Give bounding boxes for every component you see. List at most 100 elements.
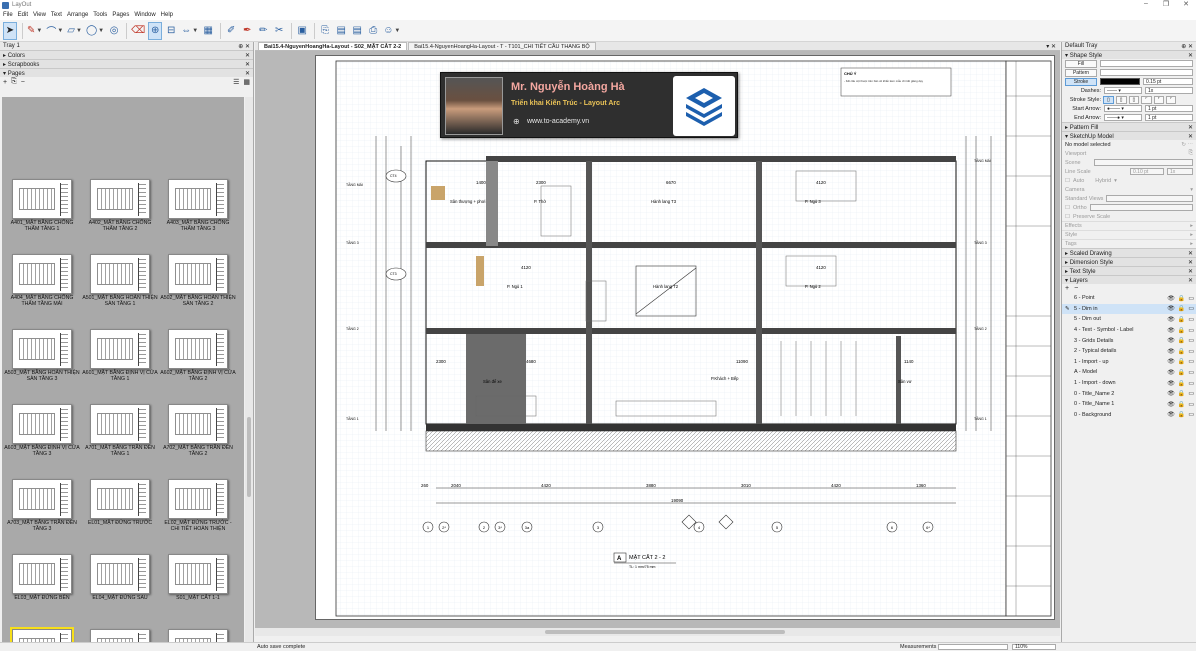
paint-bucket-icon[interactable]: ✒ <box>240 22 254 40</box>
visibility-eye-icon[interactable]: 👁 <box>1167 305 1175 312</box>
pattern-fill-header[interactable]: ▸ Pattern Fill ✕ <box>1062 122 1196 131</box>
split-tool-icon[interactable]: ✂ <box>272 22 286 40</box>
layer-row[interactable]: A - Model 👁 🔒 ▭ <box>1062 367 1196 378</box>
share-layer-icon[interactable]: ▭ <box>1188 401 1194 408</box>
share-layer-icon[interactable]: ▭ <box>1188 390 1194 397</box>
effects-label[interactable]: Effects <box>1065 223 1082 229</box>
page-thumbnail[interactable]: A404_MẶT BẰNG CHỐNG THẤM TẦNG MÁI <box>4 254 80 307</box>
layer-row[interactable]: 3 - Grids Details 👁 🔒 ▭ <box>1062 335 1196 346</box>
dashes-select[interactable]: —— ▾ <box>1104 87 1142 94</box>
style-label[interactable]: Style <box>1065 232 1077 238</box>
share-layer-icon[interactable]: ▭ <box>1188 337 1194 344</box>
visibility-eye-icon[interactable]: 👁 <box>1167 358 1175 365</box>
stroke-color-swatch[interactable] <box>1100 78 1140 85</box>
scene-select[interactable] <box>1094 159 1193 166</box>
menu-pages[interactable]: Pages <box>112 12 129 18</box>
visibility-eye-icon[interactable]: 👁 <box>1167 337 1175 344</box>
page-thumbnail[interactable]: A503_MẶT BẰNG HOÀN THIỆN SÀN TẦNG 3 <box>4 329 80 382</box>
join-style-icon[interactable]: ⌜ <box>1141 95 1152 104</box>
line-tool-icon[interactable]: ✎ ▼ <box>26 22 43 40</box>
standard-views-select[interactable] <box>1106 195 1193 202</box>
visibility-eye-icon[interactable]: 👁 <box>1167 316 1175 323</box>
page-thumbnail[interactable]: A703_MẶT BẰNG TRẦN ĐÈN TẦNG 3 <box>4 479 80 532</box>
offset-tool-icon[interactable]: ◎ <box>107 22 121 40</box>
eraser-tool-icon[interactable]: ⌫ <box>130 22 146 40</box>
tab-s02[interactable]: Bai15.4-NguyenHoangHa-Layout - S02_MẶT C… <box>258 42 408 50</box>
lock-icon[interactable]: 🔒 <box>1178 358 1185 365</box>
visibility-eye-icon[interactable]: 👁 <box>1167 348 1175 355</box>
cap-style-icon[interactable]: ▯ <box>1115 95 1127 104</box>
circle-tool-icon[interactable]: ◯ ▼ <box>85 22 105 40</box>
page-thumbnail[interactable]: A602_MẶT BẰNG ĐỊNH VỊ CỬA TẦNG 2 <box>160 329 236 382</box>
lock-icon[interactable]: 🔒 <box>1178 327 1185 334</box>
join-style-icon[interactable]: ⌜ <box>1153 95 1164 104</box>
menu-text[interactable]: Text <box>51 12 62 18</box>
page-thumbnail[interactable]: S04_CHI TIẾT MẶT CẮT <box>160 629 236 642</box>
measurements-input[interactable] <box>938 644 1008 650</box>
cap-style-icon[interactable]: ▯ <box>1128 95 1140 104</box>
arc-tool-icon[interactable]: ⌒ ▼ <box>45 22 64 40</box>
line-scale-multiplier[interactable]: 1x <box>1167 168 1193 175</box>
layer-row[interactable]: 0 - Background 👁 🔒 ▭ <box>1062 410 1196 421</box>
render-mode-select[interactable]: Hybrid <box>1095 178 1111 184</box>
layers-header[interactable]: ▾ Layers ✕ <box>1062 275 1196 284</box>
panel-close-icon[interactable]: ✕ <box>245 61 250 68</box>
share-layer-icon[interactable]: ▭ <box>1188 348 1194 355</box>
share-layer-icon[interactable]: ▭ <box>1188 295 1194 302</box>
canvas-horizontal-scrollbar[interactable] <box>255 628 1060 636</box>
start-arrow-size[interactable]: 1 pt <box>1145 105 1193 112</box>
user-account-icon[interactable]: ☺ ▼ <box>382 22 401 40</box>
fill-button[interactable]: Fill <box>1065 59 1097 68</box>
share-layer-icon[interactable]: ▭ <box>1188 369 1194 376</box>
layer-row[interactable]: 6 - Point 👁 🔒 ▭ <box>1062 293 1196 304</box>
layer-row[interactable]: 2 - Typical details 👁 🔒 ▭ <box>1062 346 1196 357</box>
layer-row[interactable]: 0 - Title_Name 1 👁 🔒 ▭ <box>1062 399 1196 410</box>
panel-close-icon[interactable]: ✕ <box>245 70 250 77</box>
tray-pin-icon[interactable]: ⊕ ✕ <box>1181 43 1193 50</box>
layer-row[interactable]: 1 - Import - up 👁 🔒 ▭ <box>1062 357 1196 368</box>
page-thumbnail[interactable]: A402_MẶT BẰNG CHỐNG THẤM TẦNG 2 <box>82 179 158 232</box>
viewport-icon[interactable]: ⎘ <box>1189 150 1193 157</box>
lock-icon[interactable]: 🔒 <box>1178 369 1185 376</box>
colors-panel-header[interactable]: ▸ Colors ✕ <box>0 50 253 59</box>
zoom-tool-icon[interactable]: ⊕ <box>148 21 163 40</box>
fill-color-swatch[interactable] <box>1100 60 1193 67</box>
share-layer-icon[interactable]: ▭ <box>1188 411 1194 418</box>
cap-style-icon[interactable]: ▯ <box>1103 95 1114 104</box>
remove-layer-icon[interactable]: − <box>1074 285 1078 292</box>
add-page-icon[interactable]: ⎘ <box>318 22 332 40</box>
page-thumbnail[interactable]: A702_MẶT BẰNG TRẦN ĐÈN TẦNG 2 <box>160 404 236 457</box>
stroke-width-field[interactable]: 0.15 pt <box>1143 78 1193 85</box>
page-thumbnail[interactable]: A403_MẶT BẰNG CHỐNG THẤM TẦNG 3 <box>160 179 236 232</box>
ortho-checkbox[interactable]: ☐ <box>1065 205 1070 211</box>
shape-style-header[interactable]: ▾ Shape Style ✕ <box>1062 50 1196 59</box>
export-icon[interactable]: ⎙ <box>366 22 380 40</box>
dash-scale-select[interactable]: 1x <box>1145 87 1193 94</box>
share-layer-icon[interactable]: ▭ <box>1188 327 1194 334</box>
layer-row[interactable]: 4 - Text - Symbol - Label 👁 🔒 ▭ <box>1062 325 1196 336</box>
dimension-tool-icon[interactable]: ⇔ ▼ <box>180 22 199 40</box>
visibility-eye-icon[interactable]: 👁 <box>1167 380 1175 387</box>
page-thumbnail[interactable]: EL02_MẶT ĐỨNG TRƯỚC - CHI TIẾT HOÀN THIỆ… <box>160 479 236 532</box>
refresh-icon[interactable]: ↻ ⋯ <box>1181 142 1193 148</box>
list-view-icon[interactable]: ☰ <box>233 78 239 86</box>
visibility-eye-icon[interactable]: 👁 <box>1167 327 1175 334</box>
minimize-icon[interactable]: – <box>1136 0 1156 8</box>
menu-edit[interactable]: Edit <box>18 12 28 18</box>
page-thumbnail[interactable]: EL03_MẶT ĐỨNG BÊN <box>4 554 80 601</box>
lock-icon[interactable]: 🔒 <box>1178 295 1185 302</box>
page-thumbnail[interactable]: A401_MẶT BẰNG CHỐNG THẤM TẦNG 1 <box>4 179 80 232</box>
menu-view[interactable]: View <box>33 12 46 18</box>
restore-icon[interactable]: ❐ <box>1156 0 1176 8</box>
style-tool-icon[interactable]: ✏ <box>256 22 270 40</box>
label-tool-icon[interactable]: ⊟ <box>164 22 178 40</box>
tab-menu-icon[interactable]: ▾ ✕ <box>1046 43 1056 50</box>
grid-view-icon[interactable]: ▦ <box>243 78 250 86</box>
lock-icon[interactable]: 🔒 <box>1178 348 1185 355</box>
page-thumbnail[interactable]: A501_MẶT BẰNG HOÀN THIỆN SÀN TẦNG 1 <box>82 254 158 307</box>
line-scale-field[interactable]: 0.10 pt <box>1130 168 1164 175</box>
page-thumbnail[interactable]: A701_MẶT BẰNG TRẦN ĐÈN TẦNG 1 <box>82 404 158 457</box>
layer-row[interactable]: 5 - Dim out 👁 🔒 ▭ <box>1062 314 1196 325</box>
lock-icon[interactable]: 🔒 <box>1178 337 1185 344</box>
end-arrow-select[interactable]: ——● ▾ <box>1104 114 1142 121</box>
